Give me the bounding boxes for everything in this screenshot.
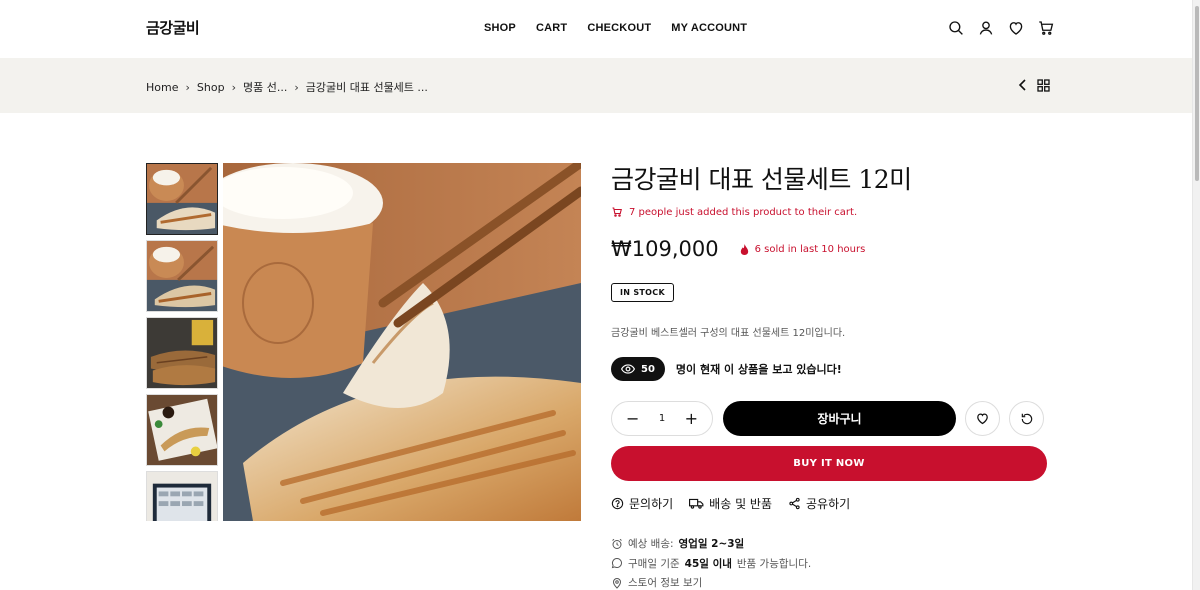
chevron-right-icon: › (185, 80, 190, 94)
breadcrumb-current: 금강굴비 대표 선물세트 ... (305, 81, 428, 94)
price-row: ₩109,000 6 sold in last 10 hours (611, 237, 1047, 261)
product-meta: 예상 배송: 영업일 2~3일 구매일 기준 45일 이내 반품 가능합니다. … (611, 534, 1047, 590)
thumbnail-4[interactable] (146, 394, 218, 466)
main-product-image[interactable] (223, 163, 581, 521)
delivery-estimate: 예상 배송: 영업일 2~3일 (611, 534, 1047, 554)
viewers-text: 명이 현재 이 상품을 보고 있습니다! (675, 363, 842, 376)
alarm-clock-icon (612, 538, 622, 549)
chevron-right-icon: › (294, 80, 299, 94)
question-icon (611, 497, 624, 510)
stock-badge: IN STOCK (611, 283, 674, 302)
site-header: 금강굴비 SHOP CART CHECKOUT MY ACCOUNT (0, 0, 1192, 58)
added-to-cart-notice: 7 people just added this product to thei… (611, 206, 1047, 218)
store-info-link[interactable]: 스토어 정보 보기 (628, 575, 702, 590)
breadcrumb-band: Home › Shop › 명품 선... › 금강굴비 대표 선물세트 ... (0, 58, 1192, 113)
buy-now-button[interactable]: BUY IT NOW (611, 446, 1047, 481)
cart-icon (612, 207, 622, 217)
sold-notice: 6 sold in last 10 hours (739, 243, 866, 256)
chat-bubble-icon (611, 558, 622, 569)
refresh-icon (1021, 413, 1032, 424)
sold-text: 6 sold in last 10 hours (754, 243, 866, 255)
share-icon (789, 497, 800, 510)
live-viewers: 50 명이 현재 이 상품을 보고 있습니다! (611, 357, 1047, 381)
product-title: 금강굴비 대표 선물세트 12미 (611, 165, 912, 194)
breadcrumb-tools (1017, 78, 1050, 92)
truck-icon (689, 498, 704, 509)
flame-icon (740, 243, 748, 255)
return-suffix: 반품 가능합니다. (736, 557, 812, 570)
nav-shop[interactable]: SHOP (484, 22, 516, 34)
delivery-label: 예상 배송: (628, 538, 674, 551)
location-pin-icon (612, 577, 622, 589)
breadcrumb-home[interactable]: Home (146, 81, 178, 94)
site-logo[interactable]: 금강굴비 (146, 17, 200, 38)
shipping-link[interactable]: 배송 및 반품 (689, 495, 772, 512)
breadcrumb-category[interactable]: 명품 선... (243, 79, 287, 95)
thumbnail-2[interactable] (146, 240, 218, 312)
user-icon[interactable] (977, 19, 995, 37)
share-label: 공유하기 (806, 497, 851, 511)
header-icons (947, 19, 1055, 37)
quantity-stepper: − 1 + (611, 401, 713, 436)
inquiry-label: 문의하기 (629, 497, 674, 511)
viewers-badge: 50 (611, 357, 665, 381)
add-to-cart-button[interactable]: 장바구니 (723, 401, 956, 436)
nav-my-account[interactable]: MY ACCOUNT (671, 22, 747, 34)
cart-icon[interactable] (1037, 19, 1055, 37)
main-nav: SHOP CART CHECKOUT MY ACCOUNT (484, 22, 747, 34)
nav-cart[interactable]: CART (536, 22, 567, 34)
heart-icon[interactable] (1007, 19, 1025, 37)
product-info: 금강굴비 대표 선물세트 12미 7 people just added thi… (611, 160, 1047, 590)
wishlist-button[interactable] (965, 401, 1000, 436)
scrollbar-thumb[interactable] (1195, 6, 1199, 181)
return-policy: 구매일 기준 45일 이내 반품 가능합니다. (611, 554, 1047, 574)
chevron-right-icon: › (231, 80, 236, 94)
thumbnail-list (146, 163, 218, 521)
inquiry-link[interactable]: 문의하기 (611, 495, 673, 512)
thumbnail-1[interactable] (146, 163, 218, 235)
minus-icon[interactable]: − (626, 410, 639, 427)
store-info[interactable]: 스토어 정보 보기 (611, 573, 1047, 590)
plus-icon[interactable]: + (685, 410, 698, 427)
product-price: ₩109,000 (611, 237, 719, 261)
share-link[interactable]: 공유하기 (788, 495, 850, 512)
compare-button[interactable] (1009, 401, 1044, 436)
breadcrumb: Home › Shop › 명품 선... › 금강굴비 대표 선물세트 ... (146, 79, 428, 95)
thumbnail-3[interactable] (146, 317, 218, 389)
added-to-cart-text: 7 people just added this product to thei… (629, 206, 858, 218)
grid-icon[interactable] (1037, 78, 1050, 92)
nav-checkout[interactable]: CHECKOUT (587, 22, 651, 34)
thumbnail-5[interactable] (146, 471, 218, 521)
return-prefix: 구매일 기준 (628, 557, 680, 570)
page-scrollbar[interactable] (1192, 0, 1200, 590)
product-links: 문의하기 배송 및 반품 공유하기 (611, 495, 1047, 512)
heart-icon (977, 413, 988, 425)
viewers-count: 50 (641, 363, 655, 375)
shipping-label: 배송 및 반품 (709, 497, 773, 511)
delivery-value: 영업일 2~3일 (678, 538, 745, 551)
cart-row: − 1 + 장바구니 (611, 401, 1047, 436)
return-value: 45일 이내 (684, 557, 732, 570)
product-description: 금강굴비 베스트셀러 구성의 대표 선물세트 12미입니다. (611, 328, 846, 339)
eye-icon (621, 364, 635, 374)
breadcrumb-shop[interactable]: Shop (197, 81, 225, 94)
chevron-left-icon[interactable] (1017, 78, 1029, 92)
search-icon[interactable] (947, 19, 965, 37)
quantity-input[interactable]: 1 (659, 413, 665, 424)
